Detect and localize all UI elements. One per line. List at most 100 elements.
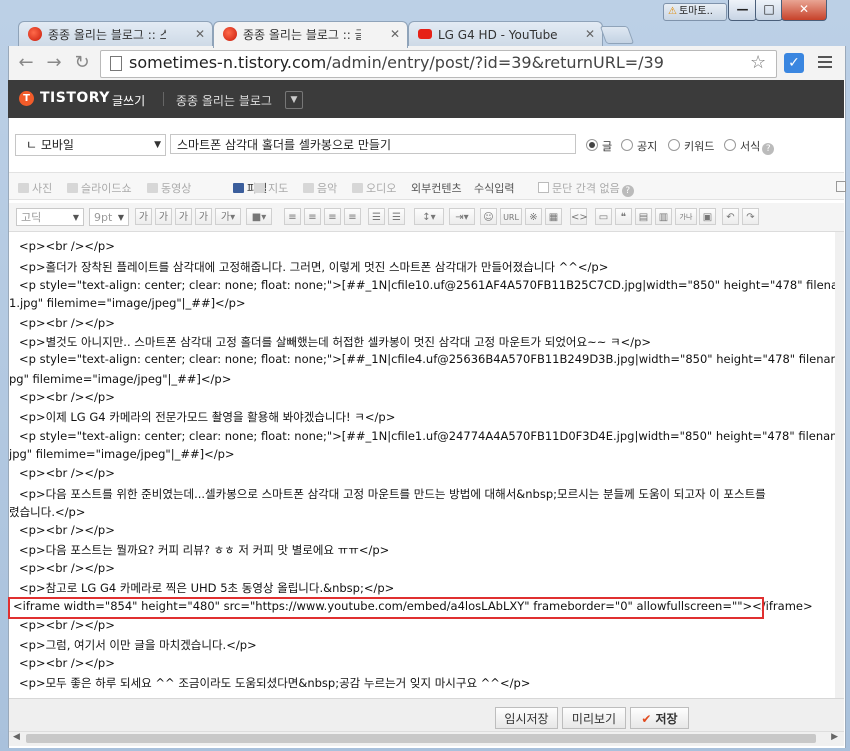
header-divider xyxy=(163,92,164,106)
font-size-select[interactable]: 9pt ▼ xyxy=(89,208,129,226)
strikethrough-button[interactable]: 가 xyxy=(195,208,212,225)
video-icon xyxy=(147,183,158,193)
text-color-button[interactable]: 가▾ xyxy=(215,208,241,225)
chevron-down-icon: ▼ xyxy=(154,140,161,150)
spellcheck-button[interactable]: 가나 xyxy=(675,208,697,225)
code-line: <p>별것도 아니지만.. 스마트폰 삼각대 고정 홀더를 살빼했는데 허접한 … xyxy=(19,335,652,349)
save-button[interactable]: ✔ 저장 xyxy=(630,707,689,729)
code-line: <p>홀더가 장착된 플레이트를 삼각대에 고정해줍니다. 그러면, 이렇게 멋… xyxy=(19,260,609,274)
tab-label: 종종 올리는 블로그 :: 스마 xyxy=(48,27,166,42)
bottom-action-bar xyxy=(9,698,844,731)
bold-button[interactable]: 가 xyxy=(135,208,152,225)
redo-button[interactable]: ↷ xyxy=(742,208,759,225)
radio-label: 키워드 xyxy=(684,140,715,153)
more-button[interactable]: ▥ xyxy=(655,208,672,225)
table-button[interactable]: ▦ xyxy=(545,208,562,225)
help-icon[interactable]: ? xyxy=(621,185,634,197)
align-justify-button[interactable]: ≡ xyxy=(344,208,361,225)
scroll-right-icon[interactable]: ▶ xyxy=(831,732,838,742)
save-draft-icon-button[interactable]: ▣ xyxy=(699,208,716,225)
attach-slideshow-label: 슬라이드쇼 xyxy=(81,182,132,195)
address-bar[interactable]: sometimes-n.tistory.com/admin/entry/post… xyxy=(100,50,777,78)
scroll-left-icon[interactable]: ◀ xyxy=(13,732,20,742)
font-value: 고딕 xyxy=(21,211,42,224)
undo-button[interactable]: ↶ xyxy=(722,208,739,225)
link-button[interactable]: URL xyxy=(500,208,522,225)
align-right-button[interactable]: ≡ xyxy=(324,208,341,225)
profile-button[interactable]: ⚠ 토마토.. xyxy=(663,3,727,21)
attach-external-button[interactable]: 외부컨텐츠 xyxy=(411,180,462,196)
align-center-button[interactable]: ≡ xyxy=(304,208,321,225)
close-window-button[interactable]: ✕ xyxy=(781,0,827,21)
emoticon-button[interactable]: ☺ xyxy=(480,208,497,225)
url-path: /admin/entry/post/?id=39&returnURL=/39 xyxy=(326,53,664,72)
temp-save-button[interactable]: 임시저장 xyxy=(495,707,558,729)
attach-photo-button[interactable]: 사진 xyxy=(18,180,52,196)
paragraph-spacing-checkbox[interactable]: 문단 간격 없음? xyxy=(538,180,634,197)
radio-post[interactable]: 글 xyxy=(586,138,612,154)
reload-icon[interactable]: ↻ xyxy=(71,52,93,74)
chevron-down-icon[interactable]: ▼ xyxy=(285,91,303,109)
horizontal-scrollbar[interactable]: ◀ ▶ xyxy=(9,731,844,746)
floppy-disk-icon xyxy=(233,183,244,193)
scroll-thumb[interactable] xyxy=(26,734,816,743)
close-tab-icon[interactable]: ✕ xyxy=(195,22,205,46)
tab-blog-post[interactable]: 종종 올리는 블로그 :: 스마 ✕ xyxy=(18,21,213,47)
italic-button[interactable]: 가 xyxy=(155,208,172,225)
title-input[interactable]: 스마트폰 삼각대 홀더를 셀카봉으로 만들기 xyxy=(170,134,576,154)
code-line: <p><br /></p> xyxy=(19,523,115,537)
radio-template[interactable]: 서식? xyxy=(724,138,775,155)
highlight-color-button[interactable]: ■▾ xyxy=(246,208,272,225)
back-arrow-icon[interactable]: ← xyxy=(15,52,37,74)
tistory-logo-text[interactable]: TISTORY xyxy=(40,90,110,106)
attach-audio-button[interactable]: 오디오 xyxy=(352,180,396,196)
forward-arrow-icon[interactable]: → xyxy=(43,52,65,74)
quote-button[interactable]: ❝ xyxy=(615,208,632,225)
maximize-button[interactable]: □ xyxy=(755,0,783,21)
help-icon[interactable]: ? xyxy=(762,143,775,155)
close-tab-icon[interactable]: ✕ xyxy=(585,22,595,46)
youtube-favicon-icon xyxy=(418,28,432,39)
code-line: <p style="text-align: center; clear: non… xyxy=(19,352,835,366)
bullet-list-button[interactable]: ☰ xyxy=(368,208,385,225)
audio-icon xyxy=(352,183,363,193)
editor-vertical-scrollbar[interactable] xyxy=(835,232,844,698)
code-line: <p><br /></p> xyxy=(19,466,115,480)
close-tab-icon[interactable]: ✕ xyxy=(390,22,400,46)
tab-write-post[interactable]: 종종 올리는 블로그 :: 글쓰 ✕ xyxy=(213,21,408,48)
indent-button[interactable]: ⇥▾ xyxy=(449,208,475,225)
tab-youtube[interactable]: LG G4 HD - YouTube ✕ xyxy=(408,21,603,47)
html-editor[interactable]: <p><br /></p> <p>홀더가 장착된 플레이트를 삼각대에 고정해줍… xyxy=(9,232,835,698)
attach-video-label: 동영상 xyxy=(161,182,192,195)
attach-music-label: 음악 xyxy=(317,182,338,195)
attach-map-button[interactable]: 지도 xyxy=(254,180,288,196)
insert-formula-button[interactable]: 수식입력 xyxy=(474,180,514,196)
expand-icon[interactable] xyxy=(836,181,846,192)
radio-notice[interactable]: 공지 xyxy=(621,138,657,154)
code-line: 렸습니다.</p> xyxy=(9,505,86,519)
chevron-down-icon: ▼ xyxy=(117,213,124,222)
preview-button[interactable]: 미리보기 xyxy=(562,707,626,729)
numbered-list-button[interactable]: ☰ xyxy=(388,208,405,225)
tomato-favicon-icon xyxy=(28,26,42,41)
attach-video-button[interactable]: 동영상 xyxy=(147,180,191,196)
underline-button[interactable]: 가 xyxy=(175,208,192,225)
radio-keyword[interactable]: 키워드 xyxy=(668,138,714,154)
category-select[interactable]: ㄴ 모바일 ▼ xyxy=(15,134,166,156)
minimize-button[interactable]: — xyxy=(728,0,757,21)
attach-slideshow-button[interactable]: 슬라이드쇼 xyxy=(67,180,132,196)
special-char-button[interactable]: ※ xyxy=(525,208,542,225)
source-code-button[interactable]: <> xyxy=(570,208,588,225)
horizontal-line-button[interactable]: ▤ xyxy=(635,208,652,225)
bookmark-star-icon[interactable]: ☆ xyxy=(750,52,766,73)
font-family-select[interactable]: 고딕 ▼ xyxy=(16,208,84,226)
line-height-button[interactable]: ↕▾ xyxy=(414,208,444,225)
tistory-logo-icon[interactable]: T xyxy=(19,91,34,106)
menu-icon[interactable] xyxy=(818,56,832,71)
attach-music-button[interactable]: 음악 xyxy=(303,180,337,196)
box-button[interactable]: ▭ xyxy=(595,208,612,225)
check-icon: ✔ xyxy=(641,712,652,726)
align-left-button[interactable]: ≡ xyxy=(284,208,301,225)
save-label: 저장 xyxy=(655,712,678,726)
extension-check-icon[interactable]: ✓ xyxy=(784,53,804,73)
